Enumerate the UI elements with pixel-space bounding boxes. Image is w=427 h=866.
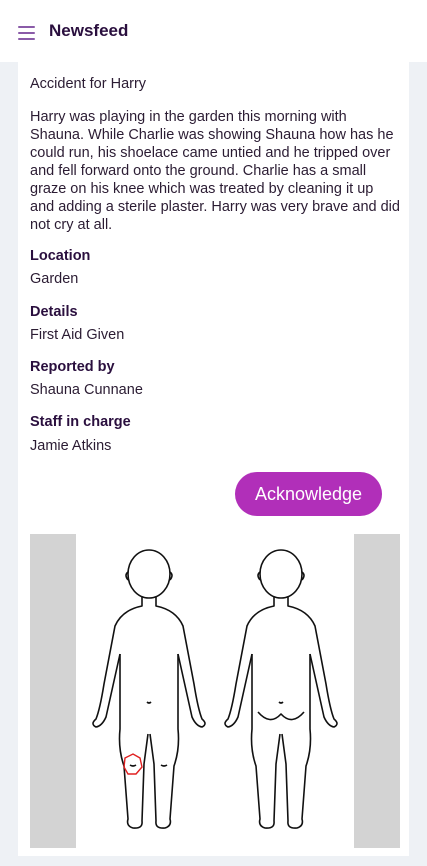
details-value: First Aid Given (30, 327, 125, 343)
location-label: Location (30, 248, 91, 264)
incident-card: Accident for Harry Harry was playing in … (18, 62, 409, 856)
location-value: Garden (30, 271, 79, 287)
hamburger-menu-icon[interactable] (18, 26, 35, 40)
app-header: Newsfeed (0, 0, 427, 62)
incident-description: Harry was playing in the garden this mor… (30, 109, 400, 233)
reported-by-label: Reported by (30, 359, 115, 375)
body-map-diagram (30, 534, 400, 848)
incident-heading: Accident for Harry (30, 76, 147, 92)
back-figure (224, 549, 338, 829)
injury-marker-knee (123, 753, 143, 775)
staff-value: Jamie Atkins (30, 438, 112, 454)
staff-label: Staff in charge (30, 414, 131, 430)
body-outline-svg (92, 549, 338, 829)
reported-by-value: Shauna Cunnane (30, 382, 143, 398)
page-title: Newsfeed (49, 21, 129, 40)
details-label: Details (30, 304, 78, 320)
acknowledge-button[interactable]: Acknowledge (235, 472, 382, 516)
front-figure (92, 549, 206, 829)
